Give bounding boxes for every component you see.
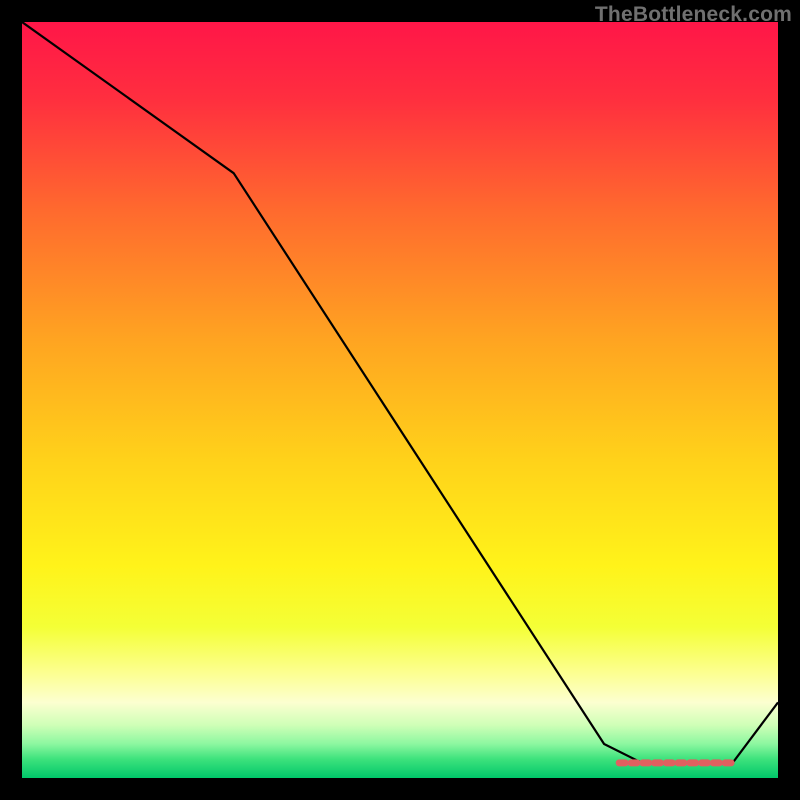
plot-svg <box>22 22 778 778</box>
plot-area <box>22 22 778 778</box>
chart-frame: TheBottleneck.com <box>0 0 800 800</box>
gradient-background <box>22 22 778 778</box>
